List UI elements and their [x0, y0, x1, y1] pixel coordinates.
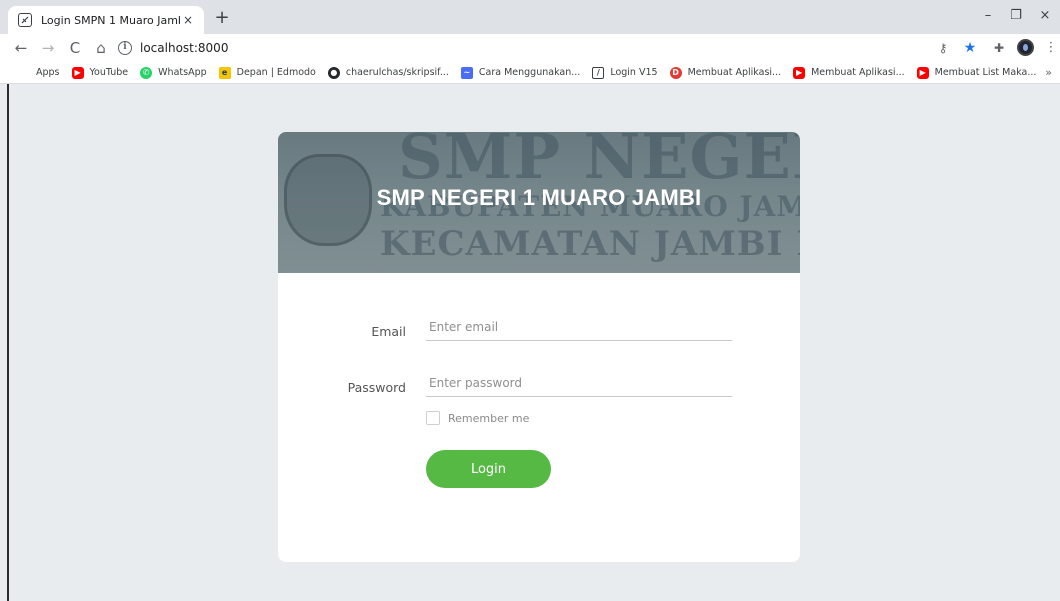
browser-toolbar: ← → C ⌂ i localhost:8000 ⚷ ★ ✚ ⋮ [0, 34, 1060, 62]
github-icon: ● [327, 66, 340, 79]
profile-avatar-icon[interactable] [1017, 39, 1034, 56]
page-favicon-icon [18, 13, 32, 27]
bookmark-item[interactable]: e Depan | Edmodo [218, 66, 316, 79]
bookmark-item[interactable]: Apps [18, 66, 60, 79]
address-bar[interactable]: i localhost:8000 [118, 36, 958, 60]
edmodo-icon: e [218, 66, 231, 79]
login-card: SMP NEGERI 1 KABUPATEN MUARO JAMBI KECAM… [278, 132, 800, 562]
bookmark-label: Membuat Aplikasi... [687, 67, 782, 78]
bookmark-label: Membuat Aplikasi... [811, 67, 905, 78]
password-label: Password [347, 380, 406, 395]
bookmark-label: Membuat List Maka... [934, 67, 1037, 78]
school-banner: SMP NEGERI 1 KABUPATEN MUARO JAMBI KECAM… [278, 132, 800, 273]
login-form: Email Password Remember me Login [278, 273, 800, 562]
bookmark-page-icon: D [669, 66, 682, 79]
login-button[interactable]: Login [426, 450, 551, 488]
browser-tab-bar: Login SMPN 1 Muaro Jambi × + – ❐ × [0, 0, 1060, 34]
bookmark-label: Apps [36, 67, 60, 78]
back-arrow-icon[interactable]: ← [12, 39, 30, 57]
key-icon[interactable]: ⚷ [935, 40, 951, 56]
youtube-icon: ▶ [71, 66, 84, 79]
bookmark-item[interactable]: ▶ YouTube [71, 66, 129, 79]
bookmark-item[interactable]: ▶ Membuat Aplikasi... [793, 66, 905, 79]
window-edge [7, 84, 9, 601]
bookmark-label: YouTube [89, 67, 129, 78]
apps-grid-icon [18, 66, 30, 79]
menu-kebab-icon[interactable]: ⋮ [1043, 40, 1059, 56]
bookmark-item[interactable]: ▶ Membuat List Maka... [916, 66, 1037, 79]
whatsapp-icon: ✆ [140, 66, 153, 79]
youtube-icon: ▶ [916, 66, 929, 79]
minimize-button[interactable]: – [973, 8, 1003, 26]
bookmark-item[interactable]: ✆ WhatsApp [140, 66, 207, 79]
bookmark-page-icon: / [592, 66, 605, 79]
remember-me-row[interactable]: Remember me [426, 411, 529, 425]
youtube-icon: ▶ [793, 66, 806, 79]
bookmark-page-icon: ~ [460, 66, 473, 79]
bookmark-star-icon[interactable]: ★ [962, 40, 978, 56]
remember-me-label: Remember me [448, 411, 530, 425]
tab-close-icon[interactable]: × [180, 13, 196, 27]
site-info-icon[interactable]: i [118, 41, 132, 55]
bookmarks-bar: Apps ▶ YouTube ✆ WhatsApp e Depan | Edmo… [0, 62, 1060, 84]
forward-arrow-icon[interactable]: → [39, 39, 57, 57]
extensions-puzzle-icon[interactable]: ✚ [991, 40, 1007, 56]
remember-me-checkbox[interactable] [426, 411, 440, 425]
new-tab-button[interactable]: + [212, 9, 232, 29]
email-label: Email [371, 324, 406, 339]
bookmark-item[interactable]: ● chaerulchas/skripsif... [327, 66, 449, 79]
reload-icon[interactable]: C [66, 39, 84, 57]
home-icon[interactable]: ⌂ [92, 39, 110, 57]
bookmark-label: Cara Menggunakan... [478, 67, 581, 78]
bookmark-label: chaerulchas/skripsif... [345, 67, 449, 78]
tab-title: Login SMPN 1 Muaro Jambi [41, 13, 180, 27]
bookmarks-overflow-icon[interactable]: » [1045, 66, 1052, 79]
bookmark-label: Depan | Edmodo [236, 67, 316, 78]
bookmark-label: WhatsApp [158, 67, 207, 78]
school-name-title: SMP NEGERI 1 MUARO JAMBI [376, 185, 702, 210]
bookmark-item[interactable]: / Login V15 [592, 66, 658, 79]
restore-button[interactable]: ❐ [1001, 8, 1031, 26]
window-close-button[interactable]: × [1030, 8, 1060, 26]
bookmark-item[interactable]: D Membuat Aplikasi... [669, 66, 782, 79]
password-input[interactable] [426, 369, 732, 397]
bookmark-label: Login V15 [610, 67, 658, 78]
email-input[interactable] [426, 313, 732, 341]
bookmark-item[interactable]: ~ Cara Menggunakan... [460, 66, 581, 79]
address-url: localhost:8000 [140, 41, 229, 55]
browser-tab[interactable]: Login SMPN 1 Muaro Jambi × [8, 6, 204, 34]
